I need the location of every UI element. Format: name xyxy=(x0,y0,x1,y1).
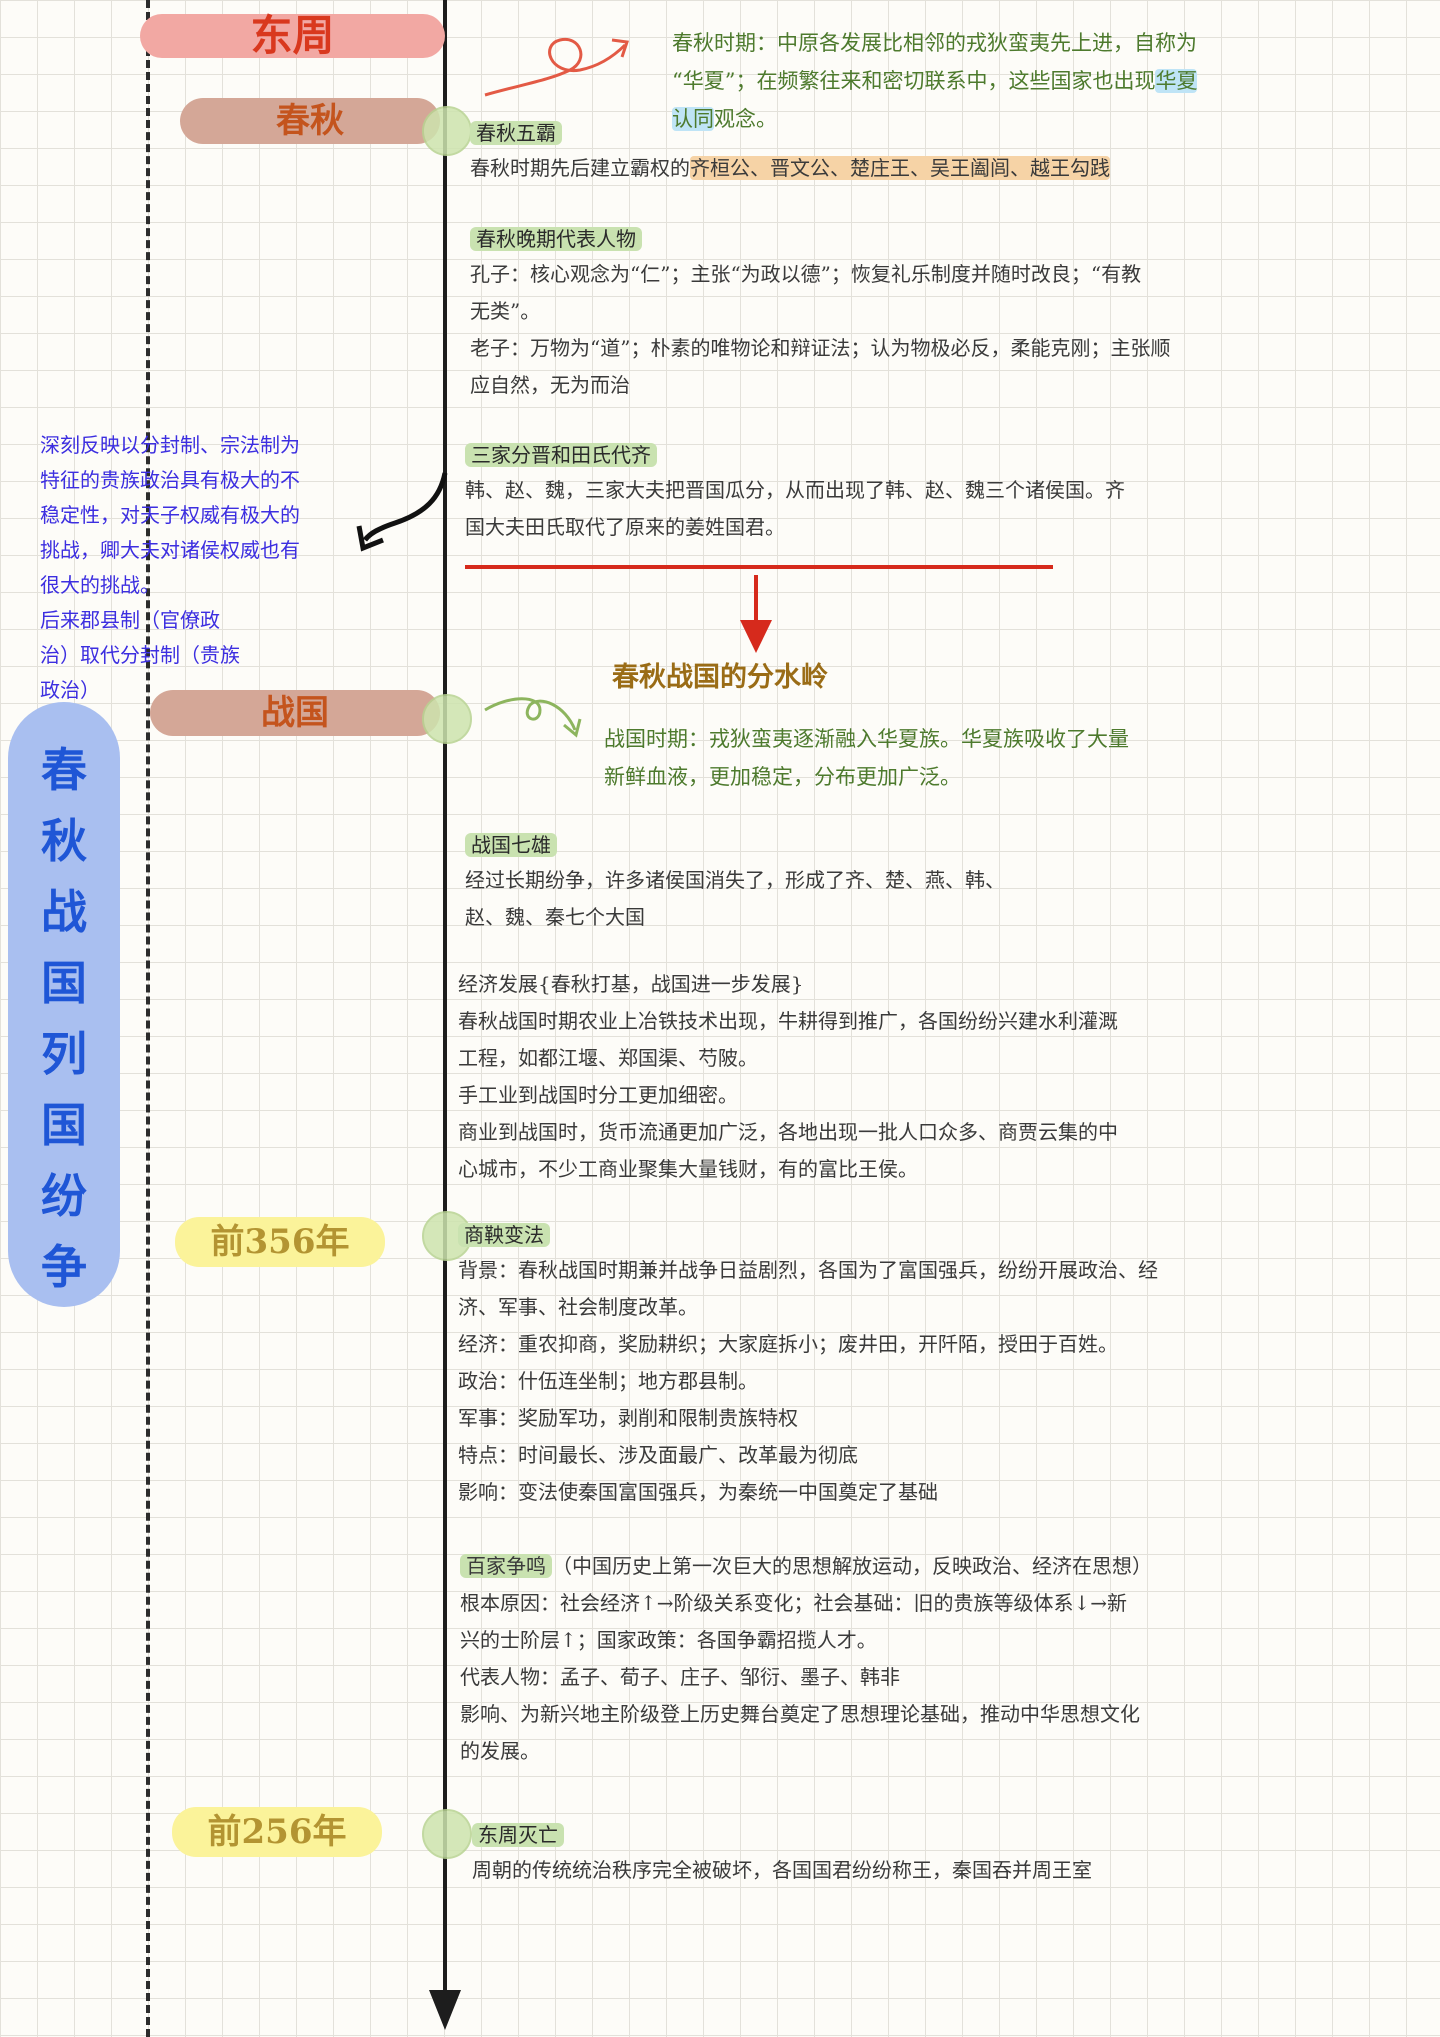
timeline-dot-256 xyxy=(422,1809,472,1859)
note-line: 老子：万物为“道”；朴素的唯物论和辩证法；认为物极必反，柔能克刚；主张顺 xyxy=(470,336,1171,360)
divider-line xyxy=(465,565,1053,569)
side-note-fengjian: 深刻反映以分封制、宗法制为 特征的贵族政治具有极大的不 稳定性，对天子权威有极大… xyxy=(40,428,380,708)
green-squiggle-arrow-icon xyxy=(484,697,582,738)
note-line: 政治：什伍连坐制；地方郡县制。 xyxy=(458,1369,758,1393)
vertical-title-char: 争 xyxy=(41,1240,87,1294)
section-wuba: 春秋五霸 春秋时期先后建立霸权的齐桓公、晋文公、楚庄王、吴王阖闾、越王勾践 xyxy=(470,116,1420,187)
watershed-heading: 春秋战国的分水岭 xyxy=(612,662,828,693)
note-text: （中国历史上第一次巨大的思想解放运动，反映政治、经济在思想） xyxy=(552,1554,1152,1578)
note-line: 治）取代分封制（贵族 xyxy=(40,643,240,667)
note-text: “华夏”；在频繁往来和密切联系中，这些国家也出现 xyxy=(672,69,1156,93)
note-line: 百家争鸣 （中国历史上第一次巨大的思想解放运动，反映政治、经济在思想） xyxy=(460,1548,1420,1585)
timeline-axis xyxy=(443,0,447,2000)
section-heading: 东周灭亡 xyxy=(472,1823,564,1847)
note-line: 很大的挑战。 xyxy=(40,573,160,597)
note-line: 政治） xyxy=(40,678,100,702)
section-miewang: 东周灭亡 周朝的传统统治秩序完全被破坏，各国国君纷纷称王，秦国吞并周王室 xyxy=(472,1818,1432,1889)
note-line: 深刻反映以分封制、宗法制为 xyxy=(40,433,300,457)
note-line: 心城市，不少工商业聚集大量钱财，有的富比王侯。 xyxy=(458,1157,918,1181)
note-line: 济、军事、社会制度改革。 xyxy=(458,1295,698,1319)
note-line: 后来郡县制（官僚政 xyxy=(40,608,220,632)
note-text: 春秋时期先后建立霸权的 xyxy=(470,156,690,180)
note-line: 影响、为新兴地主阶级登上历史舞台奠定了思想理论基础，推动中华思想文化 xyxy=(460,1702,1140,1726)
note-line: 工程，如都江堰、郑国渠、芍陂。 xyxy=(458,1046,758,1070)
note-line: 挑战，卿大夫对诸侯权威也有 xyxy=(40,538,300,562)
note-line: 周朝的传统统治秩序完全被破坏，各国国君纷纷称王，秦国吞并周王室 xyxy=(472,1858,1092,1882)
note-line: 特征的贵族政治具有极大的不 xyxy=(40,468,300,492)
note-line: 春秋时期：中原各发展比相邻的戎狄蛮夷先上进，自称为 xyxy=(672,31,1197,55)
section-shangyang: 商鞅变法 背景：春秋战国时期兼并战争日益剧烈，各国为了富国强兵，纷纷开展政治、经… xyxy=(458,1218,1418,1511)
timeline-arrowhead xyxy=(429,1990,461,2030)
note-highlight: 华夏 xyxy=(1155,69,1198,93)
year-256-label: 前256年 xyxy=(172,1807,382,1857)
timeline-dot-zhanguo xyxy=(422,694,472,744)
timeline-dot-chunqiu xyxy=(422,106,472,156)
section-sanjia: 三家分晋和田氏代齐 韩、赵、魏，三家大夫把晋国瓜分，从而出现了韩、赵、魏三个诸侯… xyxy=(465,438,1415,546)
vertical-title-char: 秋 xyxy=(41,814,87,868)
vertical-title-char: 春 xyxy=(41,743,87,797)
section-heading: 三家分晋和田氏代齐 xyxy=(465,443,657,467)
note-line: 春秋时期先后建立霸权的齐桓公、晋文公、楚庄王、吴王阖闾、越王勾践 xyxy=(470,150,1420,187)
down-arrow-icon xyxy=(740,575,772,653)
section-heading: 商鞅变法 xyxy=(458,1223,550,1247)
note-highlight: 齐桓公、晋文公、楚庄王、吴王阖闾、越王勾践 xyxy=(690,156,1110,180)
note-line: 兴的士阶层↑；国家政策：各国争霸招揽人才。 xyxy=(460,1628,877,1652)
note-line: “华夏”；在频繁往来和密切联系中，这些国家也出现华夏 xyxy=(672,62,1392,100)
note-line: 无类”。 xyxy=(470,299,541,323)
note-line: 稳定性，对天子权威有极大的 xyxy=(40,503,300,527)
vertical-title-char: 列 xyxy=(41,1027,87,1081)
note-line: 手工业到战国时分工更加细密。 xyxy=(458,1083,738,1107)
vertical-title-char: 纷 xyxy=(41,1169,87,1223)
note-line: 特点：时间最长、涉及面最广、改革最为彻底 xyxy=(458,1443,858,1467)
vertical-title-char: 国 xyxy=(41,1098,87,1152)
zhanguo-huaxia-note: 战国时期：戎狄蛮夷逐渐融入华夏族。华夏族吸收了大量 新鲜血液，更加稳定，分布更加… xyxy=(604,720,1324,796)
section-heading: 战国七雄 xyxy=(465,833,557,857)
section-economy: 经济发展{春秋打基，战国进一步发展} 春秋战国时期农业上冶铁技术出现，牛耕得到推… xyxy=(458,966,1418,1188)
note-line: 孔子：核心观念为“仁”；主张“为政以德”；恢复礼乐制度并随时改良；“有教 xyxy=(470,262,1142,286)
vertical-title: 春 秋 战 国 列 国 纷 争 xyxy=(8,735,120,1303)
note-line: 影响：变法使秦国富国强兵，为秦统一中国奠定了基础 xyxy=(458,1480,938,1504)
title-dongzhou: 东周 xyxy=(140,14,445,58)
note-line: 应自然，无为而治 xyxy=(470,373,630,397)
period-chunqiu-label: 春秋 xyxy=(180,98,440,144)
vertical-title-char: 国 xyxy=(41,956,87,1010)
note-line: 商业到战国时，货币流通更加广泛，各地出现一批人口众多、商贾云集的中 xyxy=(458,1120,1118,1144)
note-line: 代表人物：孟子、荀子、庄子、邹衍、墨子、韩非 xyxy=(460,1665,900,1689)
squiggle-arrow-icon xyxy=(484,37,629,97)
note-line: 军事：奖励军功，剥削和限制贵族特权 xyxy=(458,1406,798,1430)
note-line: 的发展。 xyxy=(460,1739,540,1763)
section-heading: 百家争鸣 xyxy=(460,1554,552,1578)
section-baijia: 百家争鸣 （中国历史上第一次巨大的思想解放运动，反映政治、经济在思想） 根本原因：… xyxy=(460,1548,1420,1770)
section-heading: 春秋晚期代表人物 xyxy=(470,227,642,251)
section-heading: 春秋五霸 xyxy=(470,121,562,145)
note-line: 春秋战国时期农业上冶铁技术出现，牛耕得到推广，各国纷纷兴建水利灌溉 xyxy=(458,1009,1118,1033)
note-line: 经过长期纷争，许多诸侯国消失了，形成了齐、楚、燕、韩、 xyxy=(465,868,1005,892)
note-line: 经济：重农抑商，奖励耕织；大家庭拆小；废井田，开阡陌，授田于百姓。 xyxy=(458,1332,1118,1356)
vertical-title-char: 战 xyxy=(41,885,87,939)
section-late-figures: 春秋晚期代表人物 孔子：核心观念为“仁”；主张“为政以德”；恢复礼乐制度并随时改… xyxy=(470,222,1420,404)
dashed-guide-line xyxy=(146,0,150,2037)
section-heading: 经济发展{春秋打基，战国进一步发展} xyxy=(458,972,804,996)
note-line: 战国时期：戎狄蛮夷逐渐融入华夏族。华夏族吸收了大量 xyxy=(604,727,1129,751)
note-line: 根本原因：社会经济↑→阶级关系变化；社会基础：旧的贵族等级体系↓→新 xyxy=(460,1591,1128,1615)
section-qixiong: 战国七雄 经过长期纷争，许多诸侯国消失了，形成了齐、楚、燕、韩、 赵、魏、秦七个… xyxy=(465,828,1415,936)
note-line: 韩、赵、魏，三家大夫把晋国瓜分，从而出现了韩、赵、魏三个诸侯国。齐 xyxy=(465,478,1125,502)
year-356-label: 前356年 xyxy=(175,1217,385,1267)
note-line: 背景：春秋战国时期兼并战争日益剧烈，各国为了富国强兵，纷纷开展政治、经 xyxy=(458,1258,1158,1282)
note-line: 新鲜血液，更加稳定，分布更加广泛。 xyxy=(604,765,961,789)
note-line: 国大夫田氏取代了原来的姜姓国君。 xyxy=(465,515,785,539)
note-line: 赵、魏、秦七个大国 xyxy=(465,905,645,929)
